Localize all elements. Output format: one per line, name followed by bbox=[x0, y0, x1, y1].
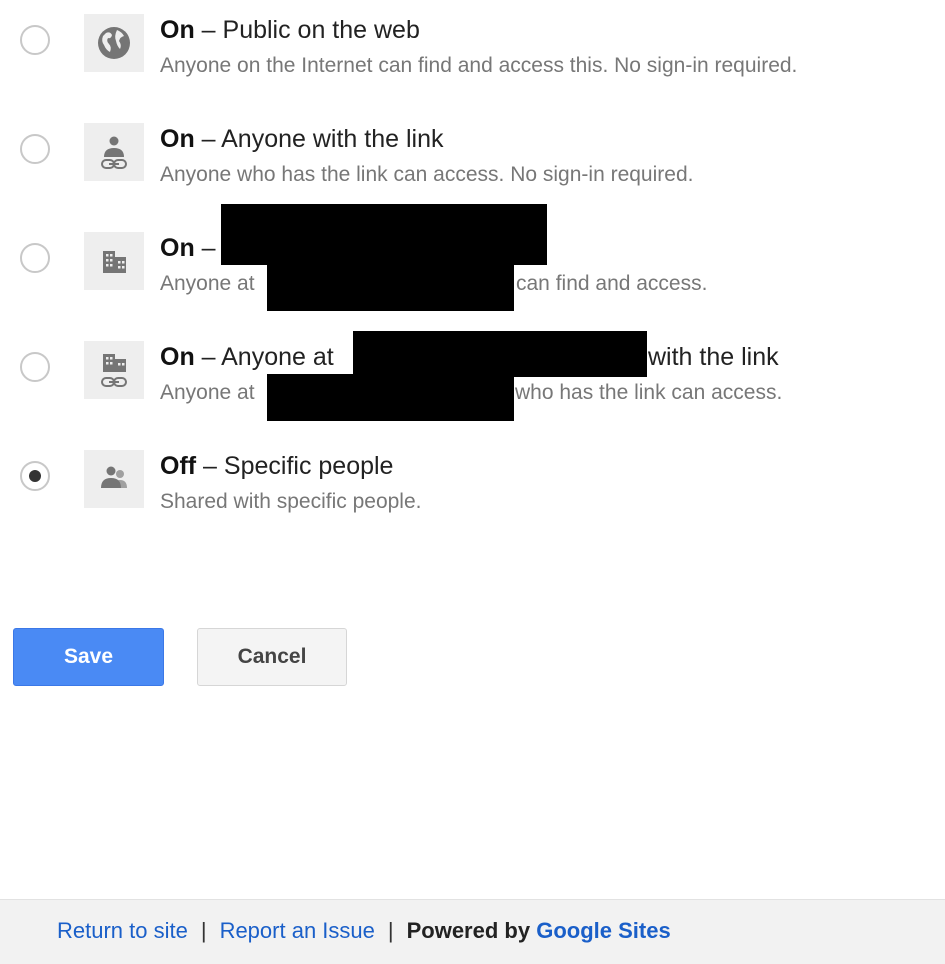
option-title-before: – Anyone at bbox=[194, 343, 334, 371]
option-public-on-web[interactable]: On – Public on the web Anyone on the Int… bbox=[0, 14, 945, 104]
powered-by-label: Powered by bbox=[406, 918, 531, 943]
option-description: Anyone who has the link can access. No s… bbox=[160, 163, 694, 186]
option-description-before: Anyone at bbox=[160, 272, 255, 295]
option-title-after: with the link bbox=[648, 343, 779, 371]
option-title-text: – Public on the web bbox=[194, 16, 420, 44]
option-state: On bbox=[160, 125, 195, 153]
option-title: On – Anyone at bbox=[160, 341, 334, 373]
option-description-after: can find and access. bbox=[516, 272, 708, 295]
redacted-block bbox=[267, 265, 514, 311]
option-state: On bbox=[160, 234, 195, 262]
option-specific-people[interactable]: Off – Specific people Shared with specif… bbox=[0, 450, 945, 540]
option-title: On – bbox=[160, 232, 216, 264]
option-description: Anyone on the Internet can find and acce… bbox=[160, 54, 798, 77]
google-sites-link[interactable]: Google Sites bbox=[536, 918, 670, 943]
return-to-site-link[interactable]: Return to site bbox=[57, 918, 188, 943]
globe-icon bbox=[84, 14, 144, 72]
option-title: On – Public on the web bbox=[160, 14, 420, 46]
option-title-text: – bbox=[194, 234, 216, 262]
option-state: On bbox=[160, 343, 195, 371]
option-description: Shared with specific people. bbox=[160, 490, 422, 513]
radio-public-on-web[interactable] bbox=[20, 25, 50, 55]
footer-links: Return to site | Report an Issue | Powered b… bbox=[57, 916, 671, 946]
redacted-block bbox=[267, 374, 514, 421]
option-anyone-with-link[interactable]: On – Anyone with the link Anyone who has… bbox=[0, 123, 945, 213]
option-title-text: – Anyone with the link bbox=[194, 125, 444, 153]
option-state: On bbox=[160, 16, 195, 44]
option-state: Off bbox=[160, 452, 197, 480]
people-icon bbox=[84, 450, 144, 508]
option-title: On – Anyone with the link bbox=[160, 123, 444, 155]
radio-specific-people[interactable] bbox=[20, 461, 50, 491]
building-icon bbox=[84, 232, 144, 290]
footer-separator: | bbox=[200, 918, 207, 943]
option-organization[interactable]: On – Anyone at can find and access. bbox=[0, 204, 945, 322]
radio-organization[interactable] bbox=[20, 243, 50, 273]
option-description: Anyone at bbox=[160, 381, 255, 404]
building-link-icon bbox=[84, 341, 144, 399]
person-link-icon bbox=[84, 123, 144, 181]
footer-separator: | bbox=[387, 918, 394, 943]
option-title-text: – Specific people bbox=[196, 452, 394, 480]
footer: Return to site | Report an Issue | Powered b… bbox=[0, 899, 945, 964]
option-title: Off – Specific people bbox=[160, 450, 393, 482]
option-description-after: who has the link can access. bbox=[515, 381, 783, 404]
report-issue-link[interactable]: Report an Issue bbox=[220, 918, 375, 943]
cancel-button[interactable]: Cancel bbox=[197, 628, 347, 686]
option-description: Anyone at bbox=[160, 270, 255, 298]
save-button[interactable]: Save bbox=[13, 628, 164, 686]
radio-anyone-with-link[interactable] bbox=[20, 134, 50, 164]
redacted-block bbox=[221, 204, 547, 265]
option-organization-with-link[interactable]: On – Anyone at with the link Anyone at w… bbox=[0, 331, 945, 431]
redacted-block bbox=[353, 331, 647, 377]
radio-organization-with-link[interactable] bbox=[20, 352, 50, 382]
